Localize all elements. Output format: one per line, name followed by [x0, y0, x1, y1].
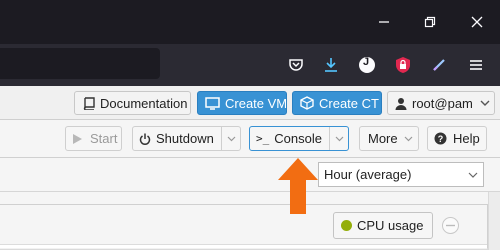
create-vm-button[interactable]: Create VM: [197, 91, 287, 115]
timeframe-strip: Hour (average): [0, 158, 500, 192]
create-ct-label: Create CT: [319, 95, 379, 111]
scrollbar[interactable]: [488, 192, 500, 250]
cube-icon: [300, 96, 314, 110]
url-bar[interactable]: [0, 48, 160, 79]
pocket-icon[interactable]: [286, 55, 306, 75]
create-vm-label: Create VM: [225, 95, 288, 111]
more-chevron-icon: [404, 136, 413, 142]
graph-panel-header: CPU usage: [0, 205, 487, 245]
console-icon: >_: [256, 132, 270, 145]
chevron-down-icon: [480, 100, 490, 107]
collapse-tool-icon[interactable]: [442, 217, 459, 234]
browser-titlebar: [0, 0, 500, 44]
desktop-icon: [205, 96, 220, 110]
power-icon: [139, 133, 151, 145]
browser-toolbar: J: [0, 44, 500, 86]
user-menu-button[interactable]: root@pam: [387, 91, 495, 115]
cpu-graph-panel: CPU usage: [0, 204, 488, 250]
help-button[interactable]: ? Help: [427, 126, 487, 151]
start-label: Start: [90, 131, 118, 146]
user-label: root@pam: [412, 95, 473, 111]
legend-dot-icon: [341, 220, 352, 231]
close-icon[interactable]: [467, 12, 487, 32]
minimize-icon[interactable]: [374, 12, 394, 32]
download-icon[interactable]: [321, 55, 341, 75]
pen-icon[interactable]: [429, 55, 449, 75]
help-label: Help: [453, 131, 480, 146]
app-header: Documentation Create VM Create CT root@p…: [0, 86, 500, 120]
documentation-button[interactable]: Documentation: [74, 91, 191, 115]
orange-arrow-annotation: [278, 158, 318, 214]
create-ct-button[interactable]: Create CT: [292, 91, 382, 115]
help-icon: ?: [434, 132, 447, 145]
restore-icon[interactable]: [420, 12, 440, 32]
svg-text:?: ?: [438, 134, 444, 144]
timeframe-select[interactable]: Hour (average): [318, 162, 484, 187]
shutdown-label: Shutdown: [156, 131, 214, 146]
cpu-usage-label: CPU usage: [357, 218, 424, 233]
timeframe-value: Hour (average): [324, 167, 412, 182]
addon-lock-icon[interactable]: [393, 55, 413, 75]
console-label: Console: [274, 131, 322, 146]
chevron-down-icon: [463, 172, 483, 178]
shutdown-button[interactable]: Shutdown: [132, 126, 241, 151]
console-button[interactable]: >_ Console: [249, 126, 349, 151]
documentation-label: Documentation: [100, 95, 188, 111]
book-icon: [82, 96, 95, 110]
console-menu-arrow[interactable]: [329, 127, 348, 150]
shutdown-menu-arrow[interactable]: [221, 127, 240, 150]
action-toolbar: Start Shutdown >_ Console More ? Help: [0, 120, 500, 158]
more-label: More: [368, 131, 398, 146]
user-icon: [395, 97, 407, 110]
play-icon: [72, 133, 83, 145]
menu-icon[interactable]: [466, 55, 486, 75]
account-initial: J: [362, 56, 370, 68]
account-icon[interactable]: J: [357, 55, 377, 75]
start-button[interactable]: Start: [65, 126, 122, 151]
content-area: CPU usage: [0, 192, 500, 250]
more-button[interactable]: More: [359, 126, 419, 151]
cpu-usage-legend-button[interactable]: CPU usage: [333, 212, 434, 239]
